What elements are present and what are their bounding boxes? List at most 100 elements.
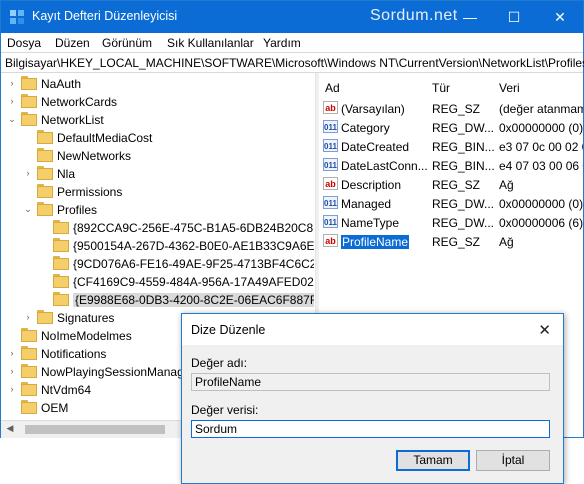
dialog-title-bar: Dize Düzenle ✕ [182,314,563,345]
tree-node[interactable]: › Nla [23,165,314,183]
binary-value-icon: 011 [323,120,338,133]
menu-sik-kullanilanlar[interactable]: Sık Kullanılanlar [167,36,254,50]
string-value-icon: ab [323,177,338,190]
tree-node-label[interactable]: NaAuth [41,77,81,91]
no-expander [23,132,33,142]
tree-node-label[interactable]: NetworkList [41,113,104,127]
dialog-close-button[interactable]: ✕ [538,321,551,339]
menu-yardim[interactable]: Yardım [263,36,301,50]
tree-node[interactable]: ⌄ NetworkList [7,111,314,129]
value-data: 0x00000000 (0) [499,197,583,211]
folder-icon [21,382,37,396]
folder-icon [37,202,53,216]
tree-node[interactable]: NewNetworks [23,147,314,165]
value-name: DateCreated [341,140,410,154]
menu-duzen[interactable]: Düzen [55,36,90,50]
value-data: (değer atanmam [499,102,583,116]
tree-node-label[interactable]: {892CCA9C-256E-475C-B1A5-6DB24B20C8 [73,221,313,235]
tree-node-label[interactable]: Notifications [41,347,106,361]
value-row[interactable]: 011DateCreated REG_BIN... e3 07 0c 00 02 0… [319,137,583,156]
tree-node-label[interactable]: {E9988E68-0DB3-4200-8C2E-06EAC6F887F [73,293,314,307]
window-title: Kayıt Defteri Düzenleyicisi [32,9,178,23]
tree-node-label[interactable]: {9500154A-267D-4362-B0E0-AE1B33C9A6E [73,239,314,253]
expand-icon[interactable]: › [7,78,17,88]
column-header-data[interactable]: Veri [499,81,520,95]
value-type: REG_SZ [432,102,481,116]
string-value-icon: ab [323,101,338,114]
binary-value-icon: 011 [323,139,338,152]
tree-node-label[interactable]: {9CD076A6-FE16-49AE-9F25-4713BF4C6C2 [73,257,314,271]
value-row[interactable]: ab ProfileName REG_SZ Ağ [319,232,583,251]
value-data: Ağ [499,178,514,192]
maximize-button[interactable]: ☐ [493,1,535,33]
scrollbar-thumb[interactable] [25,425,165,434]
menu-bar: Dosya Düzen Görünüm Sık Kullanılanlar Ya… [1,33,583,52]
tree-node-label[interactable]: NoImeModelmes [41,329,132,343]
folder-icon [37,148,53,162]
value-row[interactable]: 011 DateLastConn... REG_BIN... e4 07 03 00 … [319,156,583,175]
tree-node-label[interactable]: NtVdm64 [41,383,91,397]
tree-node[interactable]: › NaAuth [7,75,314,93]
edit-string-dialog: Dize Düzenle ✕ Değer adı: Değer verisi: … [181,313,564,484]
tree-node[interactable]: {9500154A-267D-4362-B0E0-AE1B33C9A6E [39,237,314,255]
tree-node[interactable]: Permissions [23,183,314,201]
tree-node-label[interactable]: Permissions [57,185,122,199]
tree-node[interactable]: {CF4169C9-4559-484A-956A-17A49AFED02 [39,273,314,291]
address-bar[interactable]: Bilgisayar\HKEY_LOCAL_MACHINE\SOFTWARE\M… [1,52,584,73]
binary-value-icon: 011 [323,196,338,209]
folder-icon [53,274,69,288]
value-row[interactable]: 011 Managed REG_DW... 0x00000000 (0) [319,194,583,213]
binary-value-icon: 011 [323,158,338,171]
tree-node[interactable]: {E9988E68-0DB3-4200-8C2E-06EAC6F887F [39,291,314,309]
no-expander [7,330,17,340]
tree-node-label[interactable]: Nla [57,167,75,181]
expand-icon[interactable]: › [7,366,17,376]
value-data: 0x00000006 (6) [499,216,583,230]
tree-node[interactable]: {892CCA9C-256E-475C-B1A5-6DB24B20C8 [39,219,314,237]
collapse-icon[interactable]: ⌄ [7,114,17,124]
tree-node-label[interactable]: DefaultMediaCost [57,131,152,145]
value-name: ProfileName [339,234,411,250]
folder-icon [37,130,53,144]
tree-node-label[interactable]: OEM [41,401,68,415]
column-header-type[interactable]: Tür [432,81,450,95]
value-data-label: Değer verisi: [191,403,259,417]
expand-icon[interactable]: › [7,348,17,358]
tree-node-label[interactable]: NetworkCards [41,95,117,109]
minimize-button[interactable]: — [449,1,491,33]
tree-node-label[interactable]: Profiles [57,203,97,217]
value-row[interactable]: 011 Category REG_DW... 0x00000000 (0) [319,118,583,137]
expand-icon[interactable]: › [7,384,17,394]
folder-icon [53,292,69,306]
menu-gorunum[interactable]: Görünüm [102,36,152,50]
tree-node[interactable]: ⌄ Profiles [23,201,314,219]
scroll-left-icon[interactable]: ◀ [3,423,17,434]
dialog-title: Dize Düzenle [191,323,266,337]
collapse-icon[interactable]: ⌄ [23,204,33,214]
value-name: DateLastConn... [341,159,428,173]
address-path[interactable]: Bilgisayar\HKEY_LOCAL_MACHINE\SOFTWARE\M… [5,56,584,70]
value-row[interactable]: 011 NameType REG_DW... 0x00000006 (6) [319,213,583,232]
tree-node[interactable]: {9CD076A6-FE16-49AE-9F25-4713BF4C6C2 [39,255,314,273]
column-header-name[interactable]: Ad [325,81,340,95]
tree-node[interactable]: › NetworkCards [7,93,314,111]
expand-icon[interactable]: › [7,96,17,106]
value-row[interactable]: ab Description REG_SZ Ağ [319,175,583,194]
tree-node-label[interactable]: {CF4169C9-4559-484A-956A-17A49AFED02 [73,275,314,289]
value-type: REG_DW... [432,121,495,135]
tree-node-label[interactable]: NowPlayingSessionManag [41,365,184,379]
value-data: 0x00000000 (0) [499,121,583,135]
expand-icon[interactable]: › [23,168,33,178]
ok-button[interactable]: Tamam [396,450,470,471]
tree-node-label[interactable]: NewNetworks [57,149,131,163]
expand-icon[interactable]: › [23,312,33,322]
menu-dosya[interactable]: Dosya [7,36,41,50]
value-data: e3 07 0c 00 02 00 [499,140,583,154]
tree-node[interactable]: DefaultMediaCost [23,129,314,147]
value-data-field[interactable] [191,420,550,438]
cancel-button[interactable]: İptal [476,450,550,471]
value-row[interactable]: ab (Varsayılan) REG_SZ (değer atanmam [319,99,583,118]
tree-node-label[interactable]: Signatures [57,311,114,325]
no-expander [23,186,33,196]
close-button[interactable]: ✕ [539,1,581,33]
